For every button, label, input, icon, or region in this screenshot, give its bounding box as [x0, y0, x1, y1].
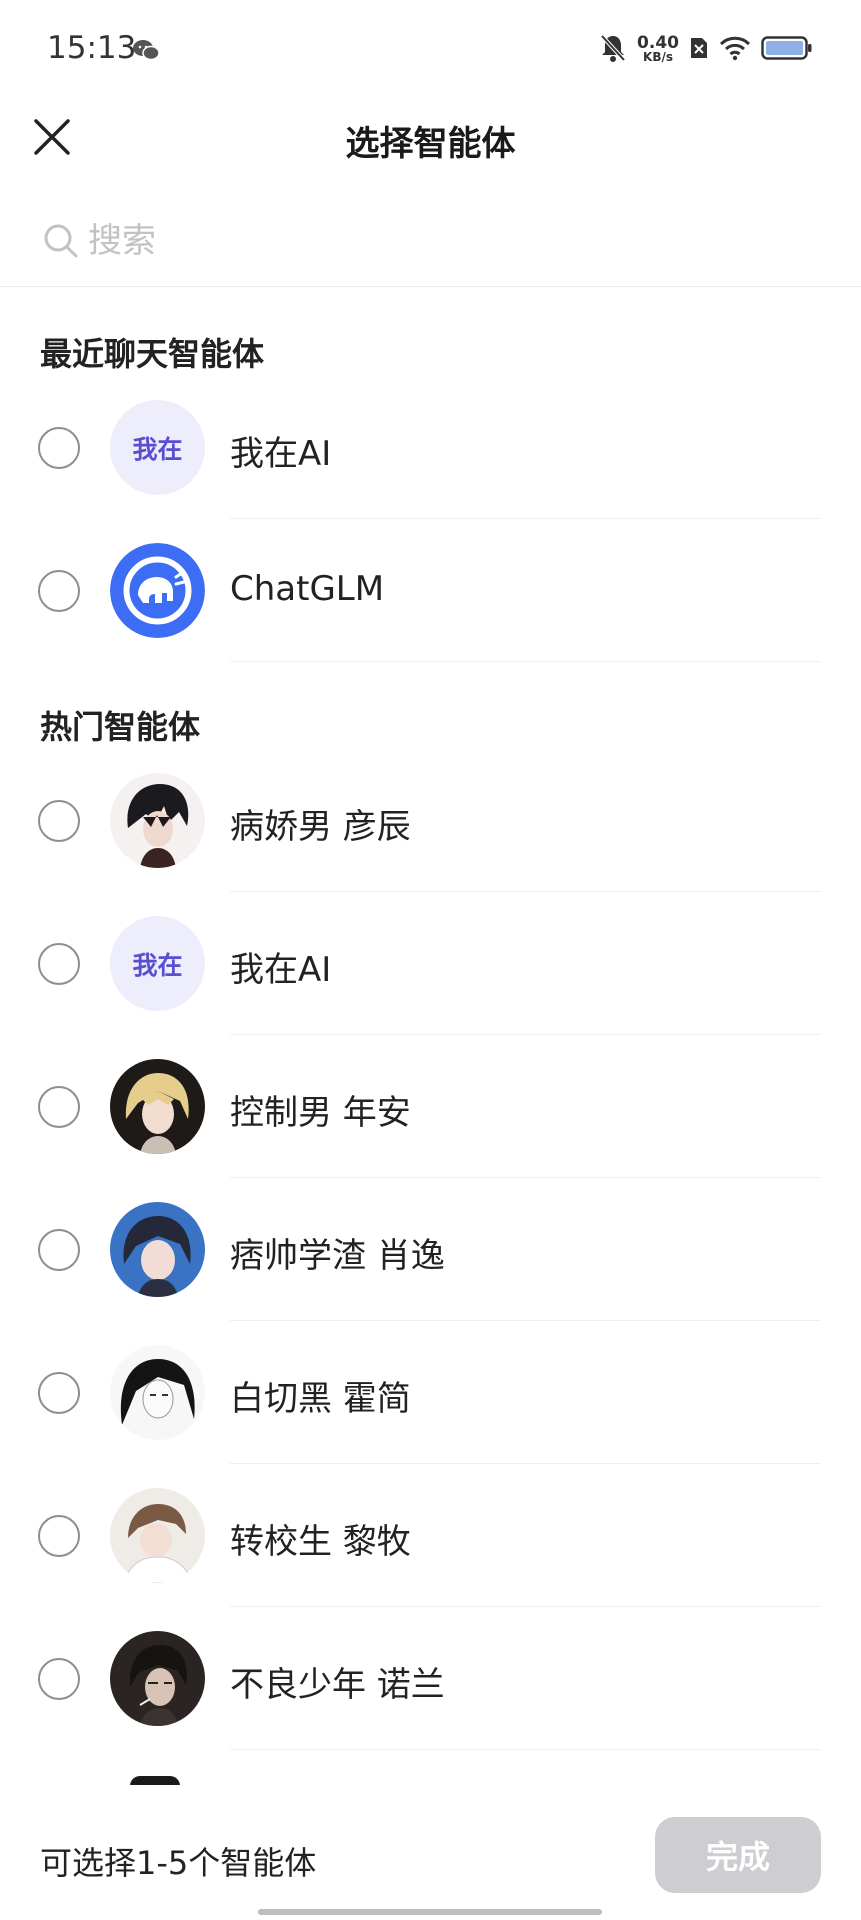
battery-icon [761, 35, 813, 65]
agent-name: 控制男 年安 [230, 1093, 411, 1133]
row-divider [230, 1749, 821, 1750]
select-radio[interactable] [38, 943, 80, 985]
footer-bar: 可选择1-5个智能体 完成 [0, 1785, 861, 1920]
agent-row[interactable]: 我在 我在AI [0, 376, 861, 519]
avatar-text: 我在 [132, 434, 183, 464]
sim-off-icon [689, 36, 709, 64]
wifi-icon [719, 35, 751, 65]
done-button[interactable]: 完成 [655, 1817, 821, 1893]
agent-row[interactable]: ChatGLM [0, 519, 861, 662]
select-radio[interactable] [38, 1658, 80, 1700]
agent-row[interactable]: 转校生 黎牧 [0, 1464, 861, 1607]
agent-name: 白切黑 霍简 [230, 1379, 411, 1419]
search-bar[interactable] [42, 213, 822, 269]
agent-row[interactable]: 不良少年 诺兰 [0, 1607, 861, 1750]
home-indicator[interactable] [258, 1909, 602, 1915]
net-speed-unit: KB/s [643, 50, 674, 64]
chatglm-logo-icon [110, 543, 205, 638]
agent-row[interactable]: 痞帅学渣 肖逸 [0, 1178, 861, 1321]
select-radio[interactable] [38, 427, 80, 469]
row-divider [230, 661, 821, 662]
avatar-woza: 我在 [110, 400, 205, 495]
avatar-portrait [110, 1488, 205, 1583]
agent-row[interactable]: 白切黑 霍简 [0, 1321, 861, 1464]
avatar-portrait [110, 1631, 205, 1726]
search-icon [44, 224, 78, 258]
status-bar: 15:13 0.40 KB/s [0, 0, 861, 100]
agent-name: 痞帅学渣 肖逸 [230, 1236, 445, 1276]
agent-name: 病娇男 彦辰 [230, 807, 411, 847]
status-icons: 0.40 KB/s [599, 30, 813, 70]
agent-row[interactable]: 我在 我在AI [0, 892, 861, 1035]
select-radio[interactable] [38, 1372, 80, 1414]
select-radio[interactable] [38, 800, 80, 842]
section-title-popular: 热门智能体 [40, 708, 201, 746]
select-radio[interactable] [38, 1229, 80, 1271]
agent-name: 转校生 黎牧 [230, 1522, 411, 1562]
net-speed-value: 0.40 [637, 33, 679, 53]
select-radio[interactable] [38, 1086, 80, 1128]
avatar-portrait [110, 1345, 205, 1440]
avatar-portrait [110, 1202, 205, 1297]
section-title-recent: 最近聊天智能体 [40, 335, 265, 373]
divider [0, 286, 861, 287]
agent-name: 我在AI [230, 434, 332, 474]
select-radio[interactable] [38, 1515, 80, 1557]
net-speed: 0.40 KB/s [637, 33, 679, 65]
status-time: 15:13 [47, 30, 137, 66]
agent-row[interactable]: 病娇男 彦辰 [0, 749, 861, 892]
agent-name: 不良少年 诺兰 [230, 1665, 445, 1705]
search-input[interactable] [88, 221, 788, 261]
agent-name: 我在AI [230, 950, 332, 990]
avatar-woza: 我在 [110, 916, 205, 1011]
avatar-portrait [110, 773, 205, 868]
avatar-text: 我在 [132, 950, 183, 980]
agent-name: ChatGLM [230, 569, 385, 609]
agent-row[interactable]: 控制男 年安 [0, 1035, 861, 1178]
wechat-icon [132, 38, 160, 62]
avatar-portrait [110, 1059, 205, 1154]
bell-muted-icon [599, 33, 627, 67]
selection-hint: 可选择1-5个智能体 [40, 1844, 317, 1882]
page-title: 选择智能体 [345, 124, 516, 164]
select-radio[interactable] [38, 570, 80, 612]
